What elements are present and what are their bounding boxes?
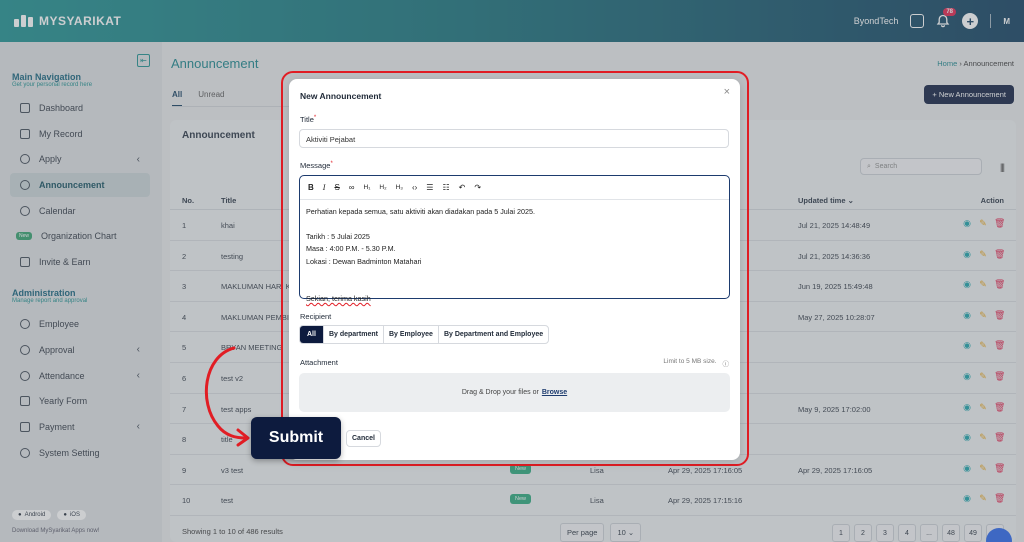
- message-line: Masa : 4:00 P.M. - 5.30 P.M.: [306, 244, 396, 254]
- title-label-text: Title: [300, 115, 314, 124]
- message-line: Lokasi : Dewan Badminton Matahari: [306, 256, 422, 266]
- attachment-label: Attachment: [300, 358, 338, 367]
- redo-icon[interactable]: ↷: [474, 183, 481, 192]
- message-line: Perhatian kepada semua, satu aktiviti ak…: [306, 207, 535, 216]
- editor-content[interactable]: Perhatian kepada semua, satu aktiviti ak…: [306, 206, 535, 305]
- heading1-icon[interactable]: H₁: [364, 184, 371, 191]
- code-icon[interactable]: ‹›: [412, 183, 417, 192]
- bold-icon[interactable]: B: [308, 183, 314, 192]
- heading2-icon[interactable]: H₂: [379, 184, 386, 191]
- attachment-limit: Limit to 5 MB size. ⓘ: [663, 358, 729, 368]
- strikethrough-icon[interactable]: S: [334, 183, 339, 192]
- limit-text: Limit to 5 MB size.: [663, 358, 717, 365]
- title-label: Title*: [300, 115, 316, 124]
- cancel-button[interactable]: Cancel: [346, 430, 381, 447]
- message-line: Sekian, terima kasih: [306, 293, 371, 303]
- editor-toolbar: B I S ∞ H₁ H₂ H₃ ‹› ☰ ☷ ↶ ↷: [300, 176, 729, 200]
- title-input[interactable]: Aktiviti Pejabat: [299, 129, 729, 148]
- message-label-text: Message: [300, 161, 331, 170]
- dropzone-text: Drag & Drop your files or: [461, 389, 539, 396]
- recipient-selector: All By department By Employee By Departm…: [299, 325, 550, 344]
- italic-icon[interactable]: I: [323, 183, 326, 192]
- required-marker: *: [313, 115, 317, 121]
- modal-title: New Announcement: [300, 91, 382, 101]
- required-marker: *: [330, 161, 333, 167]
- recipient-label: Recipient: [300, 312, 332, 321]
- submit-button[interactable]: Submit: [251, 417, 341, 459]
- message-editor[interactable]: B I S ∞ H₁ H₂ H₃ ‹› ☰ ☷ ↶ ↷ Perhatian ke…: [299, 175, 730, 303]
- ordered-list-icon[interactable]: ☷: [442, 183, 449, 192]
- close-icon[interactable]: ×: [724, 86, 730, 98]
- recipient-by-employee[interactable]: By Employee: [384, 326, 439, 343]
- bullet-list-icon[interactable]: ☰: [426, 183, 433, 192]
- heading3-icon[interactable]: H₃: [396, 184, 403, 191]
- browse-link[interactable]: Browse: [542, 389, 567, 396]
- recipient-all[interactable]: All: [300, 326, 324, 343]
- info-icon[interactable]: ⓘ: [723, 358, 730, 368]
- new-announcement-modal: New Announcement × Title* Aktiviti Pejab…: [289, 79, 740, 460]
- annotation-arrow: [204, 346, 250, 447]
- file-dropzone[interactable]: Drag & Drop your files or Browse: [299, 373, 730, 412]
- link-icon[interactable]: ∞: [349, 183, 355, 192]
- message-line: Tarikh : 5 Julai 2025: [306, 231, 370, 241]
- message-label: Message*: [300, 161, 333, 170]
- recipient-by-department[interactable]: By department: [324, 326, 384, 343]
- recipient-by-department-and-employee[interactable]: By Department and Employee: [439, 326, 548, 343]
- undo-icon[interactable]: ↶: [459, 183, 466, 192]
